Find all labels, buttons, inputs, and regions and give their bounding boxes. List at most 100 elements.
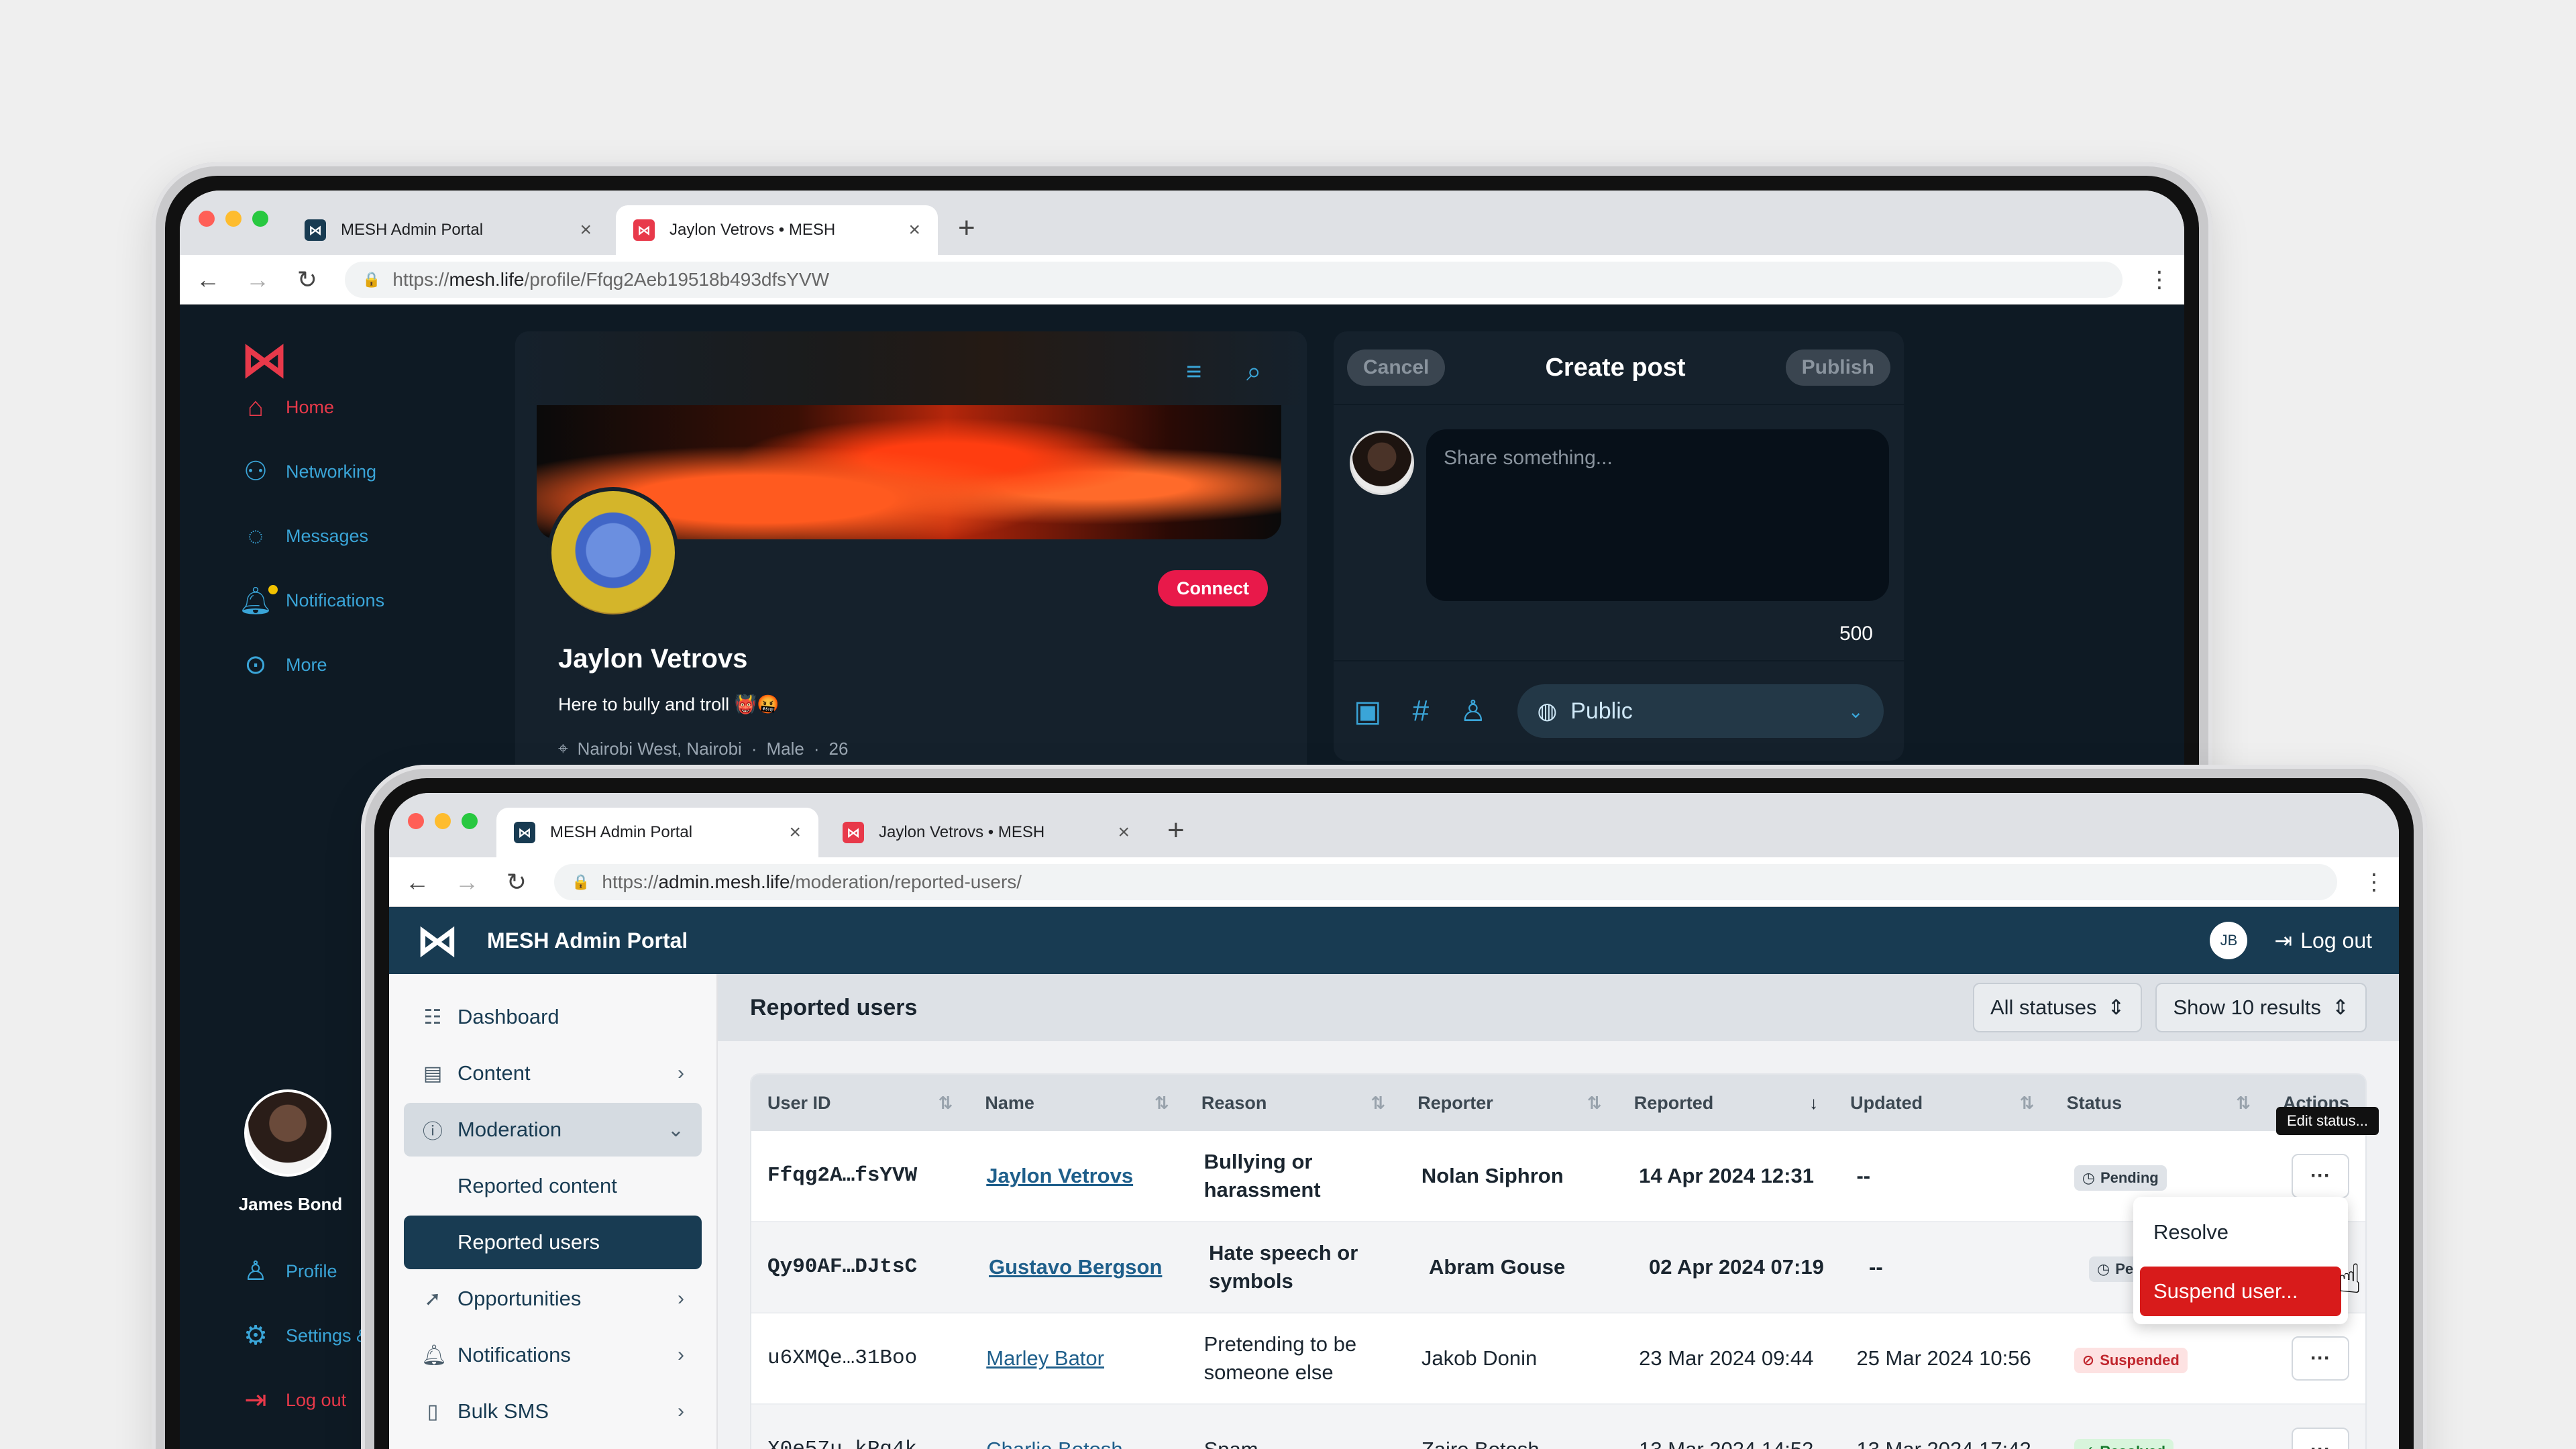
user-name-link[interactable]: Gustavo Bergson — [989, 1255, 1162, 1279]
close-tab-icon[interactable]: × — [908, 219, 920, 241]
tab-admin-portal[interactable]: ⋈ MESH Admin Portal × — [496, 808, 818, 857]
sort-icon: ⇅ — [1155, 1092, 1169, 1113]
browser-chrome: ⋈ MESH Admin Portal × ⋈ Jaylon Vetrovs •… — [389, 793, 2399, 907]
column-reporter[interactable]: Reporter ⇅ — [1401, 1093, 1617, 1114]
bell-icon: 🔔︎ — [239, 585, 278, 616]
chevron-right-icon: › — [678, 1400, 684, 1422]
nav-more[interactable]: ⊙ More — [240, 649, 327, 680]
lock-icon: 🔒 — [572, 873, 590, 890]
column-name[interactable]: Name ⇅ — [969, 1093, 1185, 1114]
row-actions-menu: Resolve Suspend user... — [2133, 1197, 2348, 1324]
dashboard-icon: ☷ — [423, 1006, 442, 1028]
mesh-logo-icon[interactable]: ⋈ — [416, 916, 459, 966]
page-size-select[interactable]: Show 10 results ⇕ — [2155, 983, 2367, 1032]
nav-networking[interactable]: ⚇ Networking — [240, 456, 376, 487]
column-reported[interactable]: Reported ↓ — [1618, 1093, 1834, 1114]
minimize-window-button[interactable] — [225, 211, 241, 227]
maximize-window-button[interactable] — [462, 813, 478, 829]
nav-settings[interactable]: ⚙ Settings & — [240, 1320, 368, 1351]
mesh-logo-icon[interactable]: ⋈ — [240, 331, 288, 388]
status-filter-select[interactable]: All statuses ⇕ — [1972, 983, 2143, 1032]
new-tab-icon[interactable]: + — [958, 213, 975, 243]
chevron-updown-icon: ⇕ — [2107, 996, 2125, 1019]
avatar[interactable]: JB — [2210, 922, 2248, 959]
status-badge: ✓Resolved — [2074, 1438, 2174, 1449]
sidebar-item-moderation[interactable]: ⓘ Moderation ⌄ — [404, 1103, 702, 1157]
more-icon: ⊙ — [244, 650, 267, 680]
admin-app: ⋈ MESH Admin Portal JB ⇥ Log out ☷ Dashb… — [389, 907, 2399, 1449]
row-actions-button[interactable]: ··· — [2292, 1336, 2350, 1381]
user-name-link[interactable]: Jaylon Vetrovs — [986, 1164, 1133, 1187]
nav-messages[interactable]: ◌ Messages — [240, 521, 368, 551]
url-field[interactable]: 🔒 https://admin.mesh.life/moderation/rep… — [554, 863, 2337, 900]
reload-icon[interactable]: ↻ — [504, 868, 529, 896]
filter-icon[interactable]: ≡ — [1186, 357, 1201, 387]
sidebar-item-opportunities[interactable]: ➚ Opportunities › — [404, 1272, 702, 1326]
post-input[interactable]: Share something... — [1426, 429, 1889, 601]
reload-icon[interactable]: ↻ — [295, 266, 319, 294]
nav-home[interactable]: ⌂ Home — [240, 392, 334, 423]
nav-profile[interactable]: ♙ Profile — [240, 1256, 337, 1287]
column-reason[interactable]: Reason ⇅ — [1185, 1093, 1401, 1114]
browser-menu-icon[interactable]: ⋮ — [2363, 869, 2385, 896]
resolve-menu-item[interactable]: Resolve — [2140, 1208, 2341, 1257]
row-actions-button[interactable]: ··· — [2292, 1428, 2350, 1449]
suspended-icon: ⊘ — [2082, 1351, 2095, 1368]
publish-button[interactable]: Publish — [1785, 350, 1890, 386]
sidebar-item-notifications[interactable]: 🔔︎ Notifications › — [404, 1328, 702, 1382]
user-name-link[interactable]: Marley Bator — [986, 1346, 1104, 1370]
admin-browser-window: ⋈ MESH Admin Portal × ⋈ Jaylon Vetrovs •… — [389, 793, 2399, 1449]
sidebar-item-content[interactable]: ▤ Content › — [404, 1046, 702, 1100]
nav-notifications[interactable]: 🔔︎ Notifications — [239, 585, 384, 616]
maximize-window-button[interactable] — [252, 211, 268, 227]
tab-jaylon-profile[interactable]: ⋈ Jaylon Vetrovs • MESH × — [825, 808, 1147, 857]
chat-icon: ◌ — [248, 521, 264, 551]
new-tab-icon[interactable]: + — [1167, 816, 1185, 845]
close-window-button[interactable] — [199, 211, 215, 227]
avatar[interactable] — [244, 1089, 331, 1177]
close-tab-icon[interactable]: × — [789, 821, 801, 844]
tab-jaylon-profile[interactable]: ⋈ Jaylon Vetrovs • MESH × — [616, 205, 938, 255]
back-icon[interactable]: ← — [405, 868, 429, 896]
close-window-button[interactable] — [408, 813, 424, 829]
search-icon[interactable]: ⌕ — [1246, 357, 1261, 387]
connect-button[interactable]: Connect — [1158, 570, 1268, 606]
cancel-button[interactable]: Cancel — [1347, 350, 1446, 386]
visibility-select[interactable]: ◍ Public ⌄ — [1517, 684, 1884, 738]
sidebar-item-bulk-sms[interactable]: ▯ Bulk SMS › — [404, 1385, 702, 1438]
row-actions-button[interactable]: ··· — [2292, 1154, 2350, 1198]
hashtag-icon[interactable]: # — [1413, 694, 1429, 728]
tag-person-icon[interactable]: ♙ — [1460, 694, 1486, 729]
avatar — [1350, 431, 1414, 495]
image-icon[interactable]: ▣ — [1354, 694, 1382, 729]
column-status[interactable]: Status ⇅ — [2051, 1093, 2267, 1114]
close-tab-icon[interactable]: × — [1118, 821, 1130, 844]
user-name-link[interactable]: Charlie Botosh — [986, 1438, 1122, 1449]
mesh-favicon-icon: ⋈ — [305, 219, 326, 241]
chevron-right-icon: › — [678, 1062, 684, 1084]
mesh-favicon-icon: ⋈ — [633, 219, 655, 241]
admin-title: MESH Admin Portal — [487, 928, 688, 953]
clock-icon: ◷ — [2082, 1169, 2095, 1186]
sidebar-item-dashboard[interactable]: ☷ Dashboard — [404, 990, 702, 1044]
nav-logout[interactable]: ⇥ Log out — [240, 1385, 346, 1415]
url-field[interactable]: 🔒 https://mesh.life/profile/Ffqg2Aeb1951… — [345, 261, 2123, 298]
sidebar-item-reported-content[interactable]: Reported content — [404, 1159, 702, 1213]
browser-menu-icon[interactable]: ⋮ — [2148, 266, 2171, 293]
logout-icon: ⇥ — [2274, 928, 2293, 953]
back-icon[interactable]: ← — [196, 266, 220, 294]
table-row: X0e57u…kPq4k Charlie Botosh Spam Zaire B… — [751, 1405, 2365, 1449]
suspend-user-menu-item[interactable]: Suspend user... — [2140, 1267, 2341, 1316]
forward-icon[interactable]: → — [455, 868, 479, 896]
admin-sidebar: ☷ Dashboard ▤ Content › ⓘ Moderation ⌄ R… — [389, 974, 718, 1449]
forward-icon[interactable]: → — [246, 266, 270, 294]
minimize-window-button[interactable] — [435, 813, 451, 829]
column-user-id[interactable]: User ID ⇅ — [751, 1093, 969, 1114]
logout-button[interactable]: ⇥ Log out — [2274, 928, 2372, 953]
create-post-card: Cancel Create post Publish Share somethi… — [1334, 331, 1904, 761]
sidebar-item-reported-users[interactable]: Reported users — [404, 1216, 702, 1269]
close-tab-icon[interactable]: × — [580, 219, 592, 241]
column-updated[interactable]: Updated ⇅ — [1834, 1093, 2050, 1114]
tab-admin-portal[interactable]: ⋈ MESH Admin Portal × — [287, 205, 609, 255]
sort-desc-icon: ↓ — [1809, 1092, 1819, 1113]
